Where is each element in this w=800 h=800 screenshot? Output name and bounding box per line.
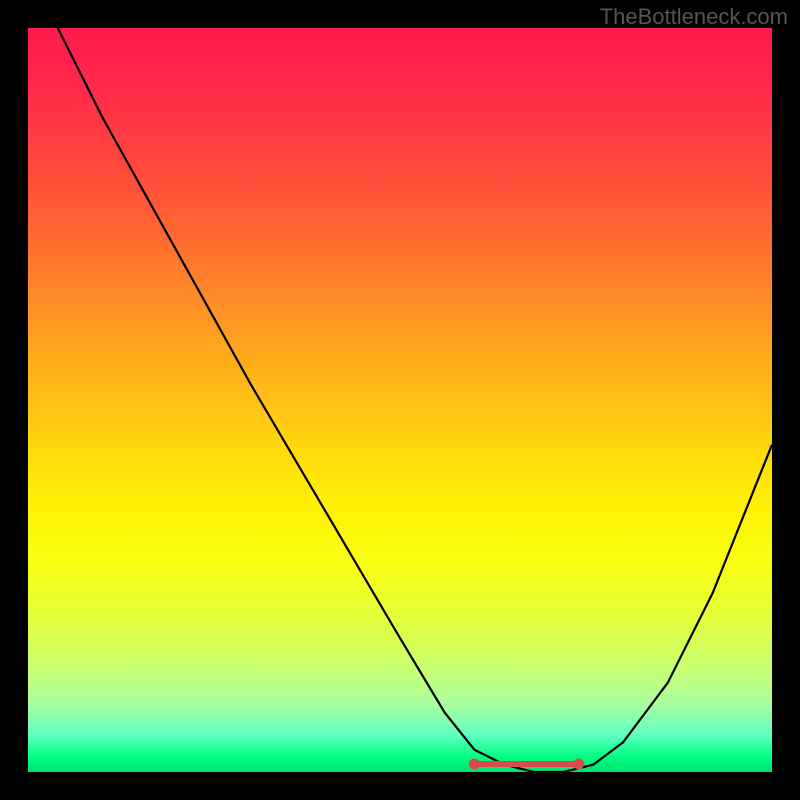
chart-svg	[28, 28, 772, 772]
optimal-end-marker	[574, 759, 584, 769]
plot-area	[28, 28, 772, 772]
watermark-text: TheBottleneck.com	[600, 4, 788, 30]
optimal-start-marker	[469, 759, 479, 769]
bottleneck-curve	[58, 28, 772, 772]
